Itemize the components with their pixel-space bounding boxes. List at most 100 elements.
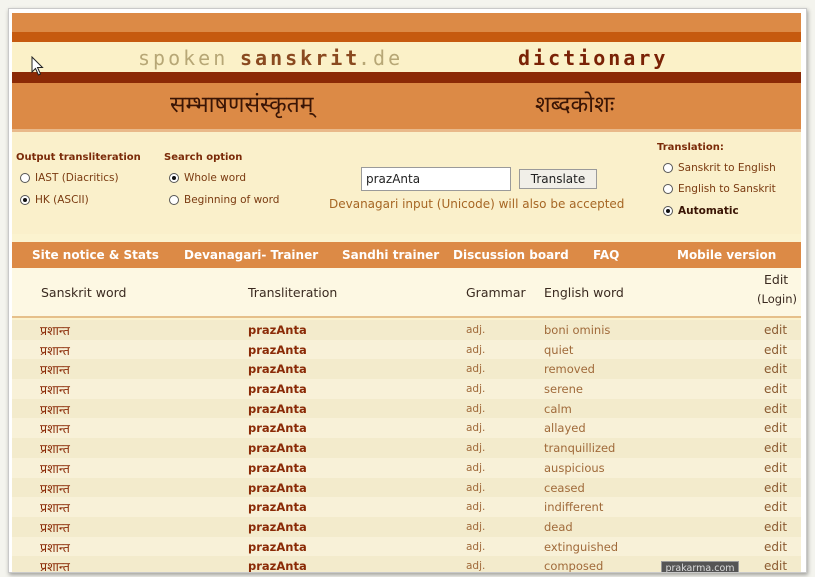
radio-sanskrit-to-english-label: Sanskrit to English	[678, 162, 776, 174]
radio-whole-word[interactable]: Whole word	[169, 172, 246, 184]
radio-hk[interactable]: HK (ASCII)	[20, 194, 89, 206]
radio-button-icon[interactable]	[663, 163, 673, 173]
english-word-cell: ceased	[544, 480, 585, 495]
sanskrit-word-cell[interactable]: प्रशान्त	[40, 480, 70, 497]
table-row: प्रशान्त prazAnta adj. ceased edit	[12, 477, 801, 498]
nav-devanagari-trainer[interactable]: Devanagari- Trainer	[184, 248, 318, 262]
english-word-cell: dead	[544, 519, 573, 534]
radio-button-icon[interactable]	[20, 173, 30, 183]
header-dark-stripe-2	[12, 72, 801, 83]
english-word-cell: composed	[544, 559, 604, 573]
nav-site-notice[interactable]: Site notice & Stats	[32, 248, 159, 262]
edit-link[interactable]: edit	[764, 343, 787, 357]
grammar-cell: adj.	[466, 363, 486, 376]
edit-link[interactable]: edit	[764, 323, 787, 337]
sanskrit-word-cell[interactable]: प्रशान्त	[40, 499, 70, 516]
radio-button-icon[interactable]	[169, 195, 179, 205]
grammar-cell: adj.	[466, 520, 486, 533]
nav-faq[interactable]: FAQ	[593, 248, 619, 262]
sanskrit-word-cell[interactable]: प्रशान्त	[40, 558, 70, 572]
edit-link[interactable]: edit	[764, 559, 787, 572]
radio-button-selected-icon[interactable]	[20, 195, 30, 205]
sanskrit-word-cell[interactable]: प्रशान्त	[40, 342, 70, 359]
transliteration-cell: prazAnta	[248, 539, 307, 554]
table-row: प्रशान्त prazAnta adj. removed edit	[12, 359, 801, 380]
header-login-link[interactable]: (Login)	[757, 292, 797, 306]
radio-english-to-sanskrit[interactable]: English to Sanskrit	[663, 183, 776, 195]
transliteration-cell: prazAnta	[248, 401, 307, 416]
header-english-word: English word	[544, 285, 624, 300]
grammar-cell: adj.	[466, 324, 486, 336]
grammar-cell: adj.	[466, 560, 486, 573]
header-sanskrit-word: Sanskrit word	[41, 285, 127, 300]
sanskrit-word-cell[interactable]: प्रशान्त	[40, 440, 70, 457]
radio-whole-word-label: Whole word	[184, 172, 246, 184]
radio-hk-label: HK (ASCII)	[35, 194, 89, 206]
grammar-cell: adj.	[466, 461, 486, 474]
transliteration-cell: prazAnta	[248, 362, 307, 377]
output-transliteration-label: Output transliteration	[16, 152, 141, 163]
edit-link[interactable]: edit	[764, 461, 787, 475]
edit-link[interactable]: edit	[764, 520, 787, 534]
radio-beginning-of-word[interactable]: Beginning of word	[169, 194, 279, 206]
transliteration-cell: prazAnta	[248, 421, 307, 436]
radio-automatic-label: Automatic	[678, 205, 739, 217]
transliteration-cell: prazAnta	[248, 441, 307, 456]
english-word-cell: serene	[544, 382, 583, 397]
edit-link[interactable]: edit	[764, 382, 787, 396]
edit-link[interactable]: edit	[764, 402, 787, 416]
edit-link[interactable]: edit	[764, 500, 787, 514]
english-word-cell: extinguished	[544, 539, 619, 554]
translate-button[interactable]: Translate	[519, 169, 597, 189]
header-edit: Edit	[764, 272, 789, 287]
edit-link[interactable]: edit	[764, 481, 787, 495]
sanskrit-word-cell[interactable]: प्रशान्त	[40, 519, 70, 536]
sanskrit-word-cell[interactable]: प्रशान्त	[40, 361, 70, 378]
sanskrit-word-cell[interactable]: प्रशान्त	[40, 460, 70, 477]
grammar-cell: adj.	[466, 402, 486, 415]
radio-button-selected-icon[interactable]	[663, 206, 673, 216]
sanskrit-word-cell[interactable]: प्रशान्त	[40, 420, 70, 437]
table-row: प्रशान्त prazAnta adj. allayed edit	[12, 418, 801, 439]
site-logo[interactable]: spoken sanskrit .de dictionary	[12, 44, 801, 70]
sanskrit-word-cell[interactable]: प्रशान्त	[40, 322, 70, 339]
transliteration-cell: prazAnta	[248, 519, 307, 534]
grammar-cell: adj.	[466, 540, 486, 553]
table-row: प्रशान्त prazAnta adj. tranquillized edi…	[12, 438, 801, 458]
radio-button-selected-icon[interactable]	[169, 173, 179, 183]
edit-link[interactable]: edit	[764, 421, 787, 435]
nav-mobile-version[interactable]: Mobile version	[677, 248, 776, 262]
screenshot-frame: spoken sanskrit .de dictionary सम्भाषणसं…	[8, 8, 807, 573]
search-option-label: Search option	[164, 152, 243, 163]
unicode-hint: Devanagari input (Unicode) will also be …	[329, 197, 625, 211]
english-word-cell: removed	[544, 362, 595, 377]
radio-button-icon[interactable]	[663, 184, 673, 194]
table-row: प्रशान्त prazAnta adj. boni ominis edit	[12, 320, 801, 340]
radio-iast[interactable]: IAST (Diacritics)	[20, 172, 119, 184]
edit-link[interactable]: edit	[764, 540, 787, 554]
radio-sanskrit-to-english[interactable]: Sanskrit to English	[663, 162, 776, 174]
english-word-cell: auspicious	[544, 460, 605, 475]
nav-discussion-board[interactable]: Discussion board	[453, 248, 569, 262]
sanskrit-word-cell[interactable]: प्रशान्त	[40, 539, 70, 556]
table-header-divider	[12, 316, 801, 318]
table-row: प्रशान्त prazAnta adj. auspicious edit	[12, 457, 801, 478]
sanskrit-word-cell[interactable]: प्रशान्त	[40, 401, 70, 418]
search-input[interactable]	[361, 167, 511, 191]
sanskrit-word-cell[interactable]: प्रशान्त	[40, 381, 70, 398]
table-row: प्रशान्त prazAnta adj. serene edit	[12, 379, 801, 399]
devanagari-dictionary-title: शब्दकोशः	[535, 92, 615, 118]
transliteration-cell: prazAnta	[248, 382, 307, 397]
edit-link[interactable]: edit	[764, 362, 787, 376]
english-word-cell: calm	[544, 401, 572, 416]
nav-sandhi-trainer[interactable]: Sandhi trainer	[342, 248, 439, 262]
radio-automatic[interactable]: Automatic	[663, 205, 739, 217]
edit-link[interactable]: edit	[764, 441, 787, 455]
grammar-cell: adj.	[466, 422, 486, 435]
transliteration-cell: prazAnta	[248, 500, 307, 515]
grammar-cell: adj.	[466, 343, 486, 356]
transliteration-cell: prazAnta	[248, 480, 307, 495]
radio-english-to-sanskrit-label: English to Sanskrit	[678, 183, 776, 195]
main-nav: Site notice & Stats Devanagari- Trainer …	[12, 242, 801, 268]
table-row: प्रशान्त prazAnta adj. dead edit	[12, 516, 801, 537]
